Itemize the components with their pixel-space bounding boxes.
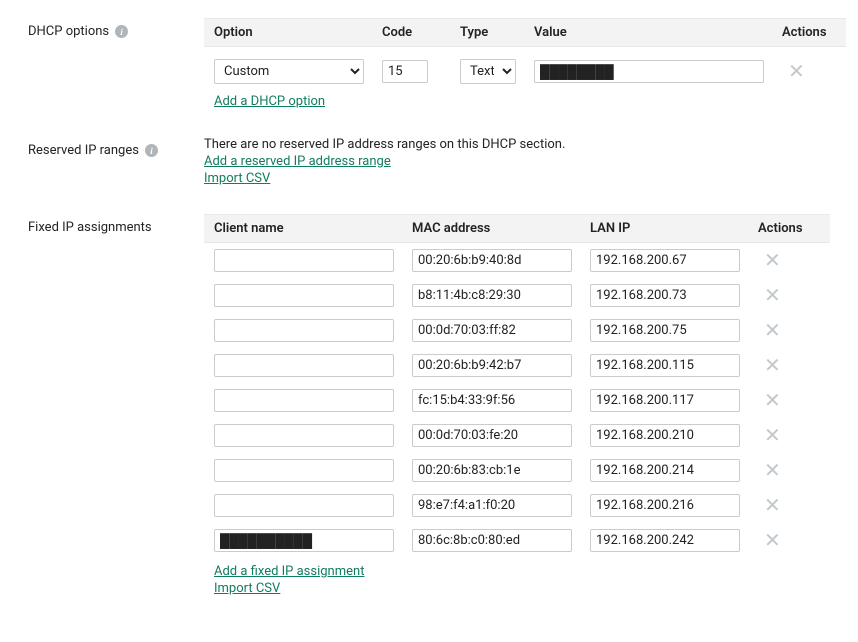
delete-icon[interactable]: ✕: [782, 61, 811, 81]
lan-ip-input[interactable]: [590, 494, 740, 517]
fixed-ip-row: ✕: [204, 313, 830, 348]
fixed-ip-row: ✕: [204, 523, 830, 558]
dhcp-options-label: DHCP options: [28, 24, 109, 39]
delete-icon[interactable]: ✕: [758, 390, 787, 410]
fixed-ip-row: ✕: [204, 348, 830, 383]
header-type: Type: [460, 25, 516, 40]
delete-icon[interactable]: ✕: [758, 425, 787, 445]
lan-ip-input[interactable]: [590, 389, 740, 412]
delete-icon[interactable]: ✕: [758, 460, 787, 480]
delete-icon[interactable]: ✕: [758, 250, 787, 270]
header-value: Value: [534, 25, 764, 40]
delete-icon[interactable]: ✕: [758, 495, 787, 515]
mac-address-input[interactable]: [412, 389, 572, 412]
fixed-ip-row: ✕: [204, 383, 830, 418]
info-icon[interactable]: i: [115, 25, 128, 38]
mac-address-input[interactable]: [412, 494, 572, 517]
info-icon[interactable]: i: [145, 144, 158, 157]
delete-icon[interactable]: ✕: [758, 320, 787, 340]
dhcp-type-select[interactable]: Text: [460, 59, 516, 84]
client-name-input[interactable]: [214, 354, 394, 377]
fixed-ip-row: ✕: [204, 278, 830, 313]
client-name-input[interactable]: [214, 459, 394, 482]
fixed-ip-row: ✕: [204, 243, 830, 278]
header-actions: Actions: [782, 25, 836, 40]
header-actions: Actions: [758, 221, 812, 236]
lan-ip-input[interactable]: [590, 284, 740, 307]
header-option: Option: [214, 25, 364, 40]
mac-address-input[interactable]: [412, 354, 572, 377]
client-name-input[interactable]: [214, 389, 394, 412]
mac-address-input[interactable]: [412, 424, 572, 447]
mac-address-input[interactable]: [412, 459, 572, 482]
import-csv-link[interactable]: Import CSV: [214, 581, 280, 596]
add-fixed-ip-link[interactable]: Add a fixed IP assignment: [214, 564, 364, 579]
reserved-empty-message: There are no reserved IP address ranges …: [204, 137, 830, 152]
delete-icon[interactable]: ✕: [758, 285, 787, 305]
header-code: Code: [382, 25, 442, 40]
client-name-input[interactable]: [214, 494, 394, 517]
dhcp-options-header: Option Code Type Value Actions: [204, 18, 846, 47]
dhcp-value-input[interactable]: [534, 60, 764, 83]
fixed-ip-row: ✕: [204, 418, 830, 453]
lan-ip-input[interactable]: [590, 529, 740, 552]
fixed-ip-header: Client name MAC address LAN IP Actions: [204, 214, 830, 243]
client-name-input[interactable]: [214, 284, 394, 307]
dhcp-code-input[interactable]: [382, 60, 428, 83]
lan-ip-input[interactable]: [590, 459, 740, 482]
dhcp-option-select[interactable]: Custom: [214, 59, 364, 84]
dhcp-option-row: Custom Text ✕: [204, 47, 846, 94]
section-fixed-ip: Fixed IP assignments Client name MAC add…: [28, 214, 830, 596]
mac-address-input[interactable]: [412, 529, 572, 552]
lan-ip-input[interactable]: [590, 319, 740, 342]
header-mac-address: MAC address: [412, 221, 572, 236]
delete-icon[interactable]: ✕: [758, 530, 787, 550]
fixed-ip-label: Fixed IP assignments: [28, 220, 152, 235]
lan-ip-input[interactable]: [590, 354, 740, 377]
header-client-name: Client name: [214, 221, 394, 236]
section-dhcp-options: DHCP options i Option Code Type Value Ac…: [28, 18, 830, 109]
reserved-ip-label: Reserved IP ranges: [28, 143, 139, 158]
mac-address-input[interactable]: [412, 284, 572, 307]
client-name-input[interactable]: [214, 424, 394, 447]
client-name-input[interactable]: [214, 529, 394, 552]
header-lan-ip: LAN IP: [590, 221, 740, 236]
fixed-ip-row: ✕: [204, 488, 830, 523]
client-name-input[interactable]: [214, 249, 394, 272]
import-csv-link[interactable]: Import CSV: [204, 171, 270, 186]
delete-icon[interactable]: ✕: [758, 355, 787, 375]
lan-ip-input[interactable]: [590, 424, 740, 447]
fixed-ip-row: ✕: [204, 453, 830, 488]
mac-address-input[interactable]: [412, 319, 572, 342]
add-dhcp-option-link[interactable]: Add a DHCP option: [214, 94, 325, 109]
client-name-input[interactable]: [214, 319, 394, 342]
mac-address-input[interactable]: [412, 249, 572, 272]
lan-ip-input[interactable]: [590, 249, 740, 272]
section-reserved-ip: Reserved IP ranges i There are no reserv…: [28, 137, 830, 186]
add-reserved-range-link[interactable]: Add a reserved IP address range: [204, 154, 391, 169]
